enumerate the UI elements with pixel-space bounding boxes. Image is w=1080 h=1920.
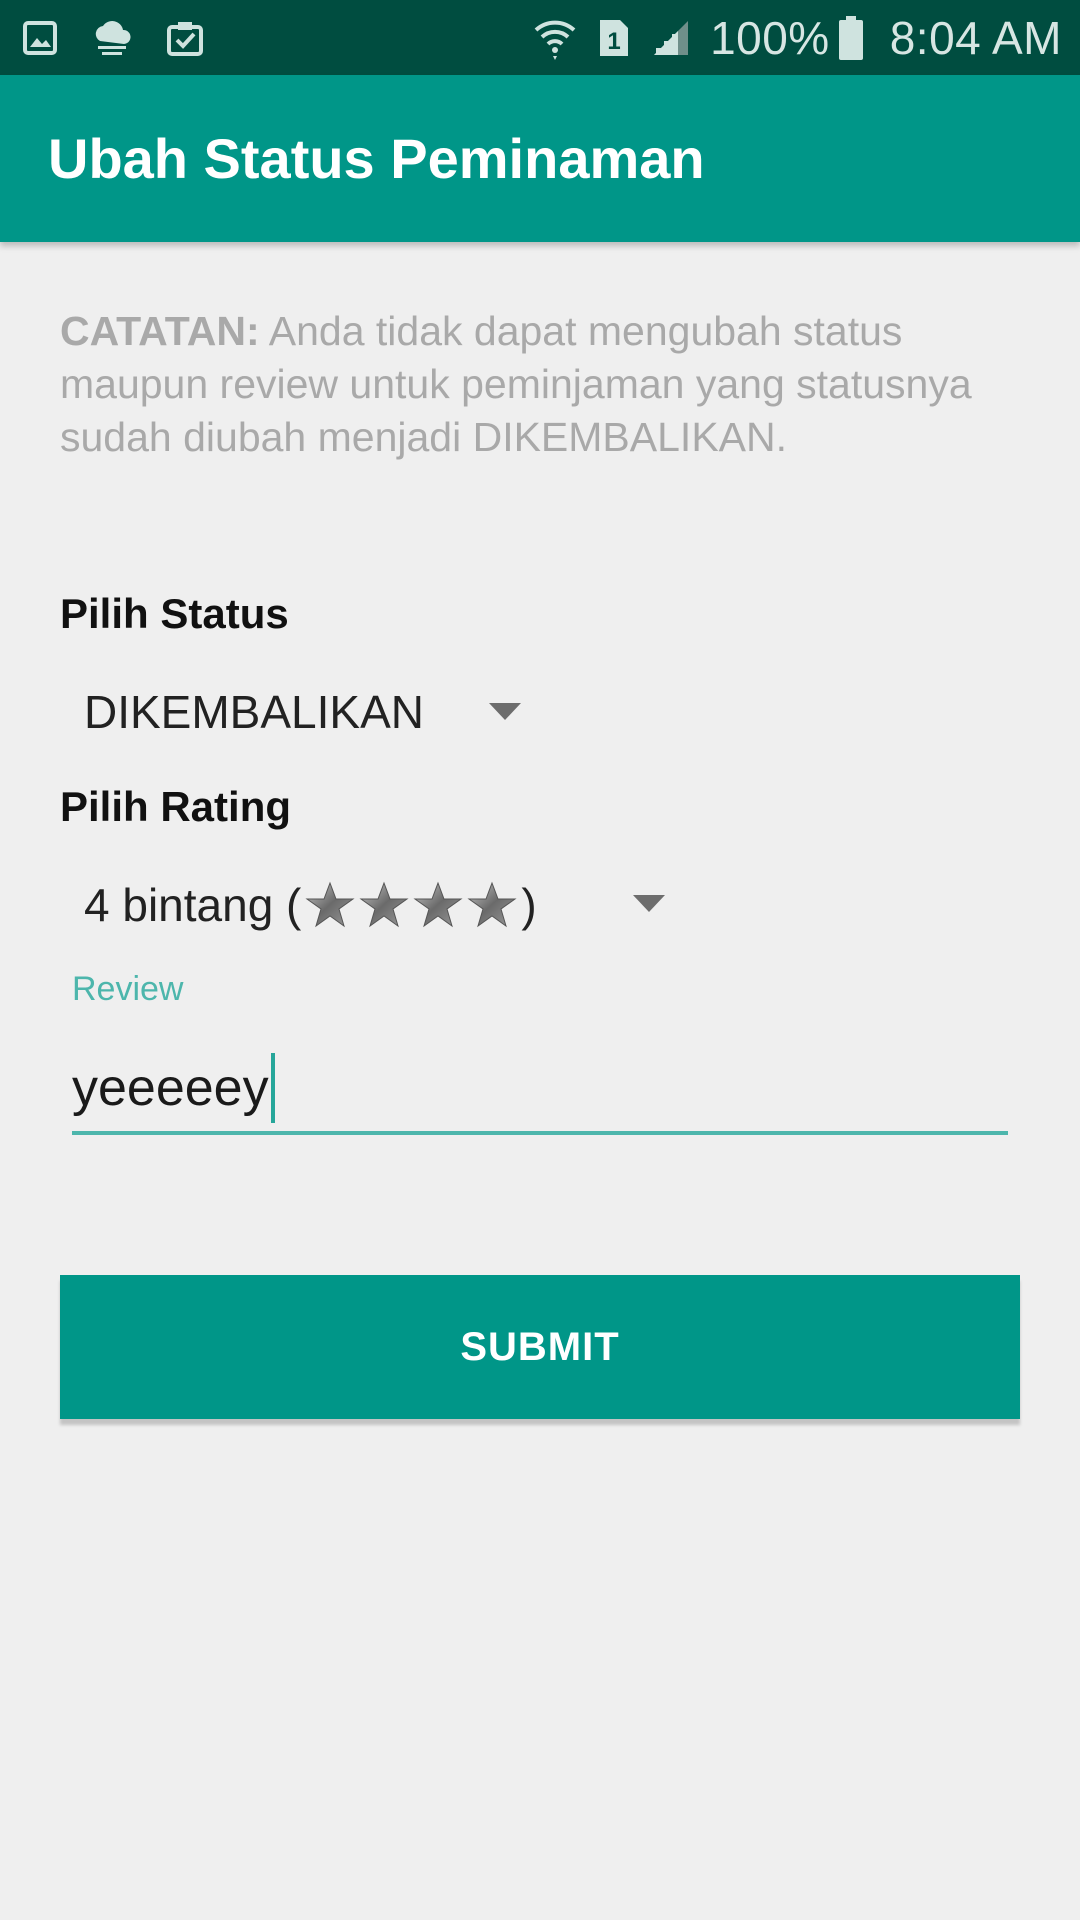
clipboard-check-icon [166, 19, 204, 57]
status-dropdown[interactable]: DIKEMBALIKAN [84, 682, 544, 742]
cloud-icon [90, 19, 134, 57]
review-input[interactable]: yeeeeey [72, 1045, 1008, 1135]
rating-label: Pilih Rating [60, 783, 291, 830]
rating-dropdown-arrow-icon[interactable] [633, 895, 665, 912]
note-prefix: CATATAN: [60, 308, 260, 354]
app-bar: Ubah Status Peminaman [0, 75, 1080, 242]
battery-icon [838, 15, 864, 60]
rating-prefix: 4 bintang ( [84, 879, 302, 931]
rating-stars [303, 880, 519, 930]
signal-icon [652, 19, 692, 57]
star-icon [359, 881, 409, 928]
star-icon [467, 881, 517, 928]
rating-suffix: ) [521, 879, 537, 931]
battery-percent: 100% [710, 11, 830, 64]
submit-button[interactable]: SUBMIT [60, 1275, 1020, 1419]
rating-dropdown[interactable]: 4 bintang ( ) [84, 874, 684, 936]
wifi-icon [534, 16, 576, 60]
star-icon [305, 881, 355, 928]
status-dropdown-arrow-icon[interactable] [489, 703, 521, 720]
status-selected-value: DIKEMBALIKAN [84, 686, 424, 738]
status-bar: 1 100% 8:04 AM [0, 0, 1080, 75]
review-input-value: yeeeeey [72, 1059, 269, 1117]
gallery-icon [22, 20, 58, 56]
clock: 8:04 AM [889, 11, 1062, 64]
svg-text:1: 1 [607, 28, 620, 55]
note-text: CATATAN: Anda tidak dapat mengubah statu… [60, 305, 1020, 464]
page-title: Ubah Status Peminaman [48, 127, 705, 190]
review-label: Review [72, 970, 184, 1008]
status-label: Pilih Status [60, 590, 289, 637]
text-cursor [270, 1053, 275, 1123]
sim-icon: 1 [598, 18, 630, 58]
star-icon [413, 881, 463, 928]
